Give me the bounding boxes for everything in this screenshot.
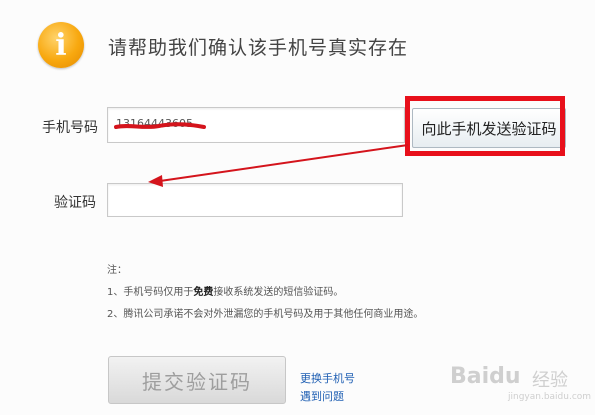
notes: 注： 1、手机号码仅用于免费接收系统发送的短信验证码。 2、腾讯公司承诺不会对外…	[107, 260, 423, 326]
note-line-1: 1、手机号码仅用于免费接收系统发送的短信验证码。	[107, 287, 344, 298]
watermark-brand: Baidu	[450, 364, 521, 389]
submit-code-button[interactable]: 提交验证码	[108, 356, 286, 404]
highlight-box	[405, 96, 565, 156]
code-input[interactable]	[107, 183, 403, 217]
info-icon: i	[38, 22, 84, 68]
change-phone-link[interactable]: 更换手机号	[300, 370, 355, 386]
baidu-watermark: Baidu 经验 jingyan.baidu.com	[450, 360, 592, 410]
page-title: 请帮助我们确认该手机号真实存在	[108, 37, 409, 59]
phone-label: 手机号码	[42, 120, 98, 136]
code-label: 验证码	[54, 195, 96, 211]
watermark-url: jingyan.baidu.com	[508, 392, 592, 402]
problem-link[interactable]: 遇到问题	[300, 388, 344, 404]
watermark-jingyan: 经验	[532, 370, 568, 391]
note-line-2: 2、腾讯公司承诺不会对外泄漏您的手机号码及用于其他任何商业用途。	[107, 309, 424, 320]
notes-heading: 注：	[107, 265, 127, 276]
redaction-scribble	[114, 122, 206, 129]
phone-input[interactable]: 13164443605	[107, 107, 405, 143]
